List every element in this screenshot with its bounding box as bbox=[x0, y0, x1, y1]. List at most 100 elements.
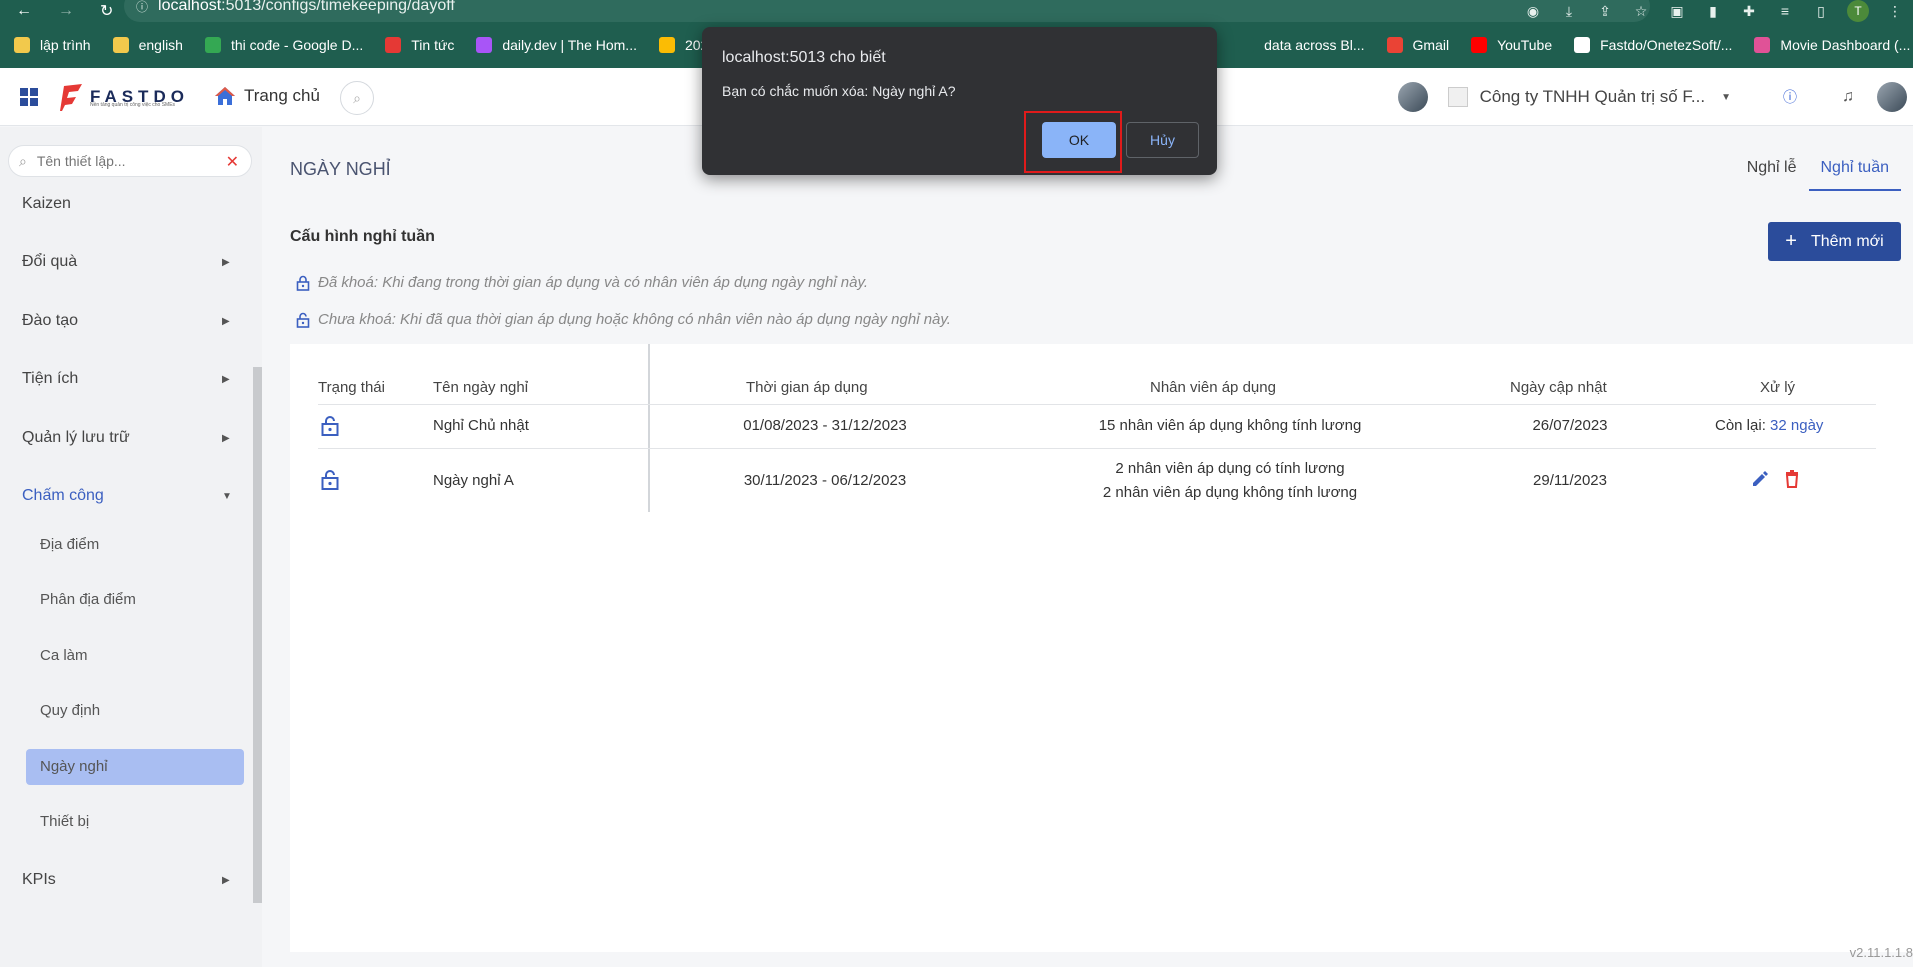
delete-trash-icon[interactable] bbox=[1782, 469, 1802, 489]
bookmark-label: data across Bl... bbox=[1264, 37, 1365, 53]
section-title: Cấu hình nghỉ tuần bbox=[290, 228, 435, 245]
sidebar-search-input[interactable] bbox=[36, 153, 207, 169]
bookmark-icon bbox=[14, 37, 30, 53]
row-2-updated: 29/11/2023 bbox=[1533, 472, 1607, 489]
tab-nghi-le[interactable]: Nghỉ lễ bbox=[1735, 151, 1809, 191]
bookmark-icon bbox=[1471, 37, 1488, 53]
bookmark-item[interactable]: daily.dev | The Hom... bbox=[476, 37, 637, 53]
bookmark-label: Gmail bbox=[1412, 37, 1450, 53]
bookmark-item[interactable]: lập trình bbox=[14, 37, 91, 53]
add-new-button[interactable]: + Thêm mới bbox=[1768, 222, 1901, 261]
tab-nghi-tuan[interactable]: Nghỉ tuần bbox=[1808, 151, 1901, 191]
fastdo-logo-mark-icon bbox=[60, 84, 82, 111]
row-2-period: 30/11/2023 - 06/12/2023 bbox=[743, 472, 907, 489]
dialog-title: localhost:5013 cho biết bbox=[722, 49, 886, 66]
header-name: Tên ngày nghỉ bbox=[433, 379, 529, 396]
url-path: :5013/configs/timekeeping/dayoff bbox=[221, 0, 455, 14]
row-2-staff-unpaid: 2 nhân viên áp dụng không tính lương bbox=[1102, 484, 1358, 501]
row-1-staff: 15 nhân viên áp dụng không tính lương bbox=[1098, 417, 1362, 434]
bookmark-label: Fastdo/OnetezSoft/... bbox=[1600, 37, 1733, 53]
bookmark-icon bbox=[1754, 37, 1771, 53]
company-name: Công ty TNHH Quản trị số F... bbox=[1479, 87, 1706, 106]
dayoff-table: Trạng thái Tên ngày nghỉ Thời gian áp dụ… bbox=[290, 344, 1913, 952]
bookmark-label: thi cođe - Google D... bbox=[230, 37, 364, 53]
sidepanel-icon[interactable]: ▯ bbox=[1803, 3, 1839, 20]
location-icon[interactable]: ◉ bbox=[1515, 3, 1551, 20]
sidebar-item-dao-tao[interactable]: Đào tạo bbox=[22, 312, 78, 330]
reload-icon[interactable]: ↻ bbox=[100, 1, 126, 21]
media-icon[interactable]: ≡ bbox=[1767, 3, 1803, 19]
bookmark-label: lập trình bbox=[40, 37, 91, 53]
team-avatar[interactable] bbox=[1397, 82, 1428, 112]
help-icon[interactable]: ⓘ bbox=[1761, 87, 1819, 107]
forward-arrow-icon[interactable]: → bbox=[58, 2, 84, 20]
bookmark-label: english bbox=[138, 37, 183, 53]
header-divider bbox=[318, 404, 1876, 405]
lock-icon bbox=[296, 275, 310, 291]
chevron-right-icon: ▶ bbox=[222, 374, 230, 385]
sidebar-subitem-dia-diem[interactable]: Địa điểm bbox=[40, 536, 99, 553]
apps-grid-icon[interactable] bbox=[20, 88, 38, 106]
puzzle-icon[interactable]: ✚ bbox=[1731, 3, 1767, 20]
clear-icon[interactable]: ✕ bbox=[226, 152, 239, 172]
bookmark-item[interactable]: thi cođe - Google D... bbox=[204, 37, 364, 53]
user-avatar[interactable] bbox=[1877, 82, 1907, 112]
sidebar-subitem-quy-dinh[interactable]: Quy định bbox=[40, 702, 100, 719]
bookmark-icon bbox=[1386, 37, 1403, 53]
star-icon[interactable]: ☆ bbox=[1623, 3, 1659, 20]
bookmark-label: YouTube bbox=[1497, 37, 1553, 53]
sidebar-item-doi-qua[interactable]: Đổi quà bbox=[22, 253, 77, 271]
profile-avatar[interactable]: T bbox=[1847, 0, 1869, 22]
header-period: Thời gian áp dụng bbox=[746, 379, 868, 396]
bookmark-label: daily.dev | The Hom... bbox=[502, 37, 637, 53]
sidebar-subitem-thiet-bi[interactable]: Thiết bị bbox=[40, 813, 89, 830]
plus-icon: + bbox=[1785, 230, 1797, 252]
bookmark-item[interactable]: Movie Dashboard (... bbox=[1754, 37, 1910, 53]
install-icon[interactable]: ⤓ bbox=[1551, 3, 1587, 20]
bookmark-icon bbox=[204, 37, 221, 53]
edit-pencil-icon[interactable] bbox=[1750, 469, 1770, 489]
info-icon[interactable]: ⓘ bbox=[136, 0, 148, 15]
confirm-dialog: localhost:5013 cho biết Bạn có chắc muốn… bbox=[702, 27, 1217, 175]
sidebar-subitem-ngay-nghi[interactable]: Ngày nghỉ bbox=[40, 758, 108, 775]
bookmark-item[interactable]: Tin tức bbox=[385, 37, 454, 53]
row-2-name: Ngày nghỉ A bbox=[433, 472, 514, 489]
chevron-right-icon: ▶ bbox=[222, 875, 230, 886]
home-link[interactable]: Trang chủ bbox=[214, 85, 320, 107]
sidebar-item-kpis[interactable]: KPIs bbox=[22, 871, 56, 889]
search-icon[interactable]: ⌕ bbox=[340, 81, 374, 115]
sidebar-item-tien-ich[interactable]: Tiện ích bbox=[22, 370, 78, 388]
bookmark-item[interactable]: Fastdo/OnetezSoft/... bbox=[1574, 37, 1732, 53]
bell-icon[interactable]: ♫ bbox=[1819, 88, 1877, 106]
sidebar-subitem-ca-lam[interactable]: Ca làm bbox=[40, 647, 88, 664]
sidebar-subitem-phan-dia-diem[interactable]: Phân địa điểm bbox=[40, 591, 136, 608]
tabs: Nghỉ lễ Nghỉ tuần bbox=[1735, 151, 1901, 191]
sidebar-item-cham-cong[interactable]: Chấm công bbox=[22, 487, 104, 505]
address-bar[interactable]: ⓘ localhost:5013/configs/timekeeping/day… bbox=[124, 0, 1650, 22]
header-staff: Nhân viên áp dụng bbox=[1150, 379, 1276, 396]
fastdo-logo[interactable]: FASTDO Nền tảng quản trị công việc cho S… bbox=[58, 82, 189, 112]
bookmark-item[interactable]: english bbox=[112, 37, 183, 53]
bookmark-item[interactable]: YouTube bbox=[1471, 37, 1552, 53]
ok-button-highlight bbox=[1024, 111, 1122, 173]
sidebar-search[interactable]: ⌕ ✕ bbox=[8, 145, 252, 177]
unlock-icon bbox=[296, 312, 310, 328]
bookmark-label: Tin tức bbox=[411, 37, 455, 53]
note-locked-text: Đã khoá: Khi đang trong thời gian áp dụn… bbox=[318, 274, 869, 291]
bookmark-item[interactable]: data across Bl... bbox=[1238, 37, 1365, 53]
share-icon[interactable]: ⇪ bbox=[1587, 3, 1623, 20]
bookmark-item[interactable]: Gmail bbox=[1386, 37, 1450, 53]
logo-tagline: Nền tảng quản trị công việc cho SMEs bbox=[90, 102, 176, 108]
cancel-button[interactable]: Hủy bbox=[1126, 122, 1199, 158]
bookmark-icon bbox=[385, 37, 402, 53]
sidebar-item-quan-ly-luu-tru[interactable]: Quản lý lưu trữ bbox=[22, 429, 130, 447]
company-selector[interactable]: Công ty TNHH Quản trị số F... ▼ bbox=[1447, 87, 1731, 107]
extension-icon[interactable]: ▮ bbox=[1695, 3, 1731, 20]
sidebar-item-kaizen[interactable]: Kaizen bbox=[22, 195, 71, 213]
translate-icon[interactable]: ▣ bbox=[1659, 3, 1695, 20]
back-arrow-icon[interactable]: ← bbox=[16, 2, 42, 20]
kebab-menu-icon[interactable]: ⋮ bbox=[1877, 3, 1913, 20]
chevron-down-icon: ▼ bbox=[222, 491, 232, 502]
sidebar-scrollbar[interactable] bbox=[253, 367, 262, 903]
unlock-icon bbox=[321, 416, 339, 436]
